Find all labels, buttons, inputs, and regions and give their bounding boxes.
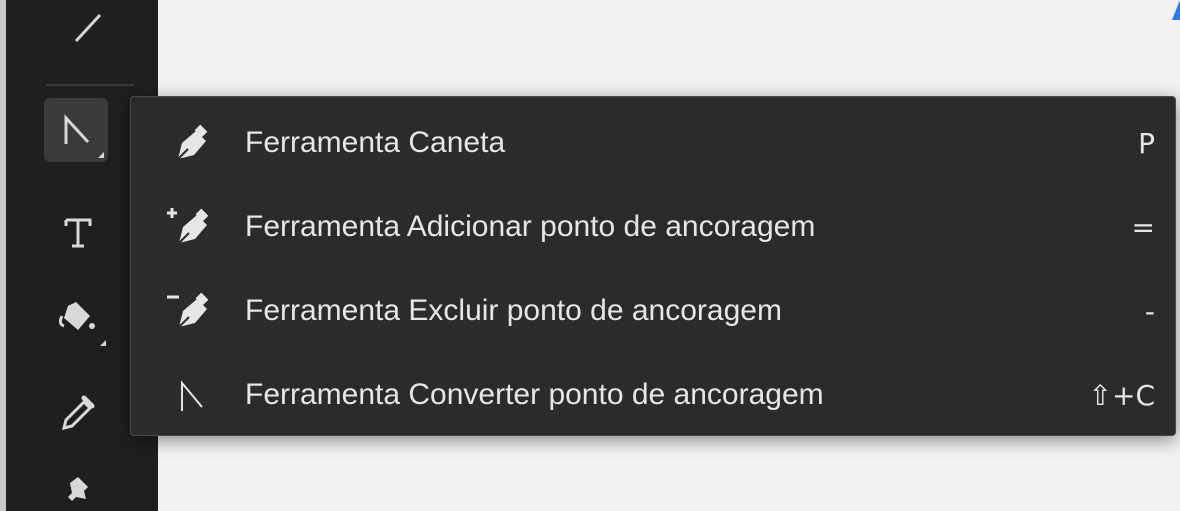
menu-item-shortcut: = (1131, 210, 1155, 244)
selection-handle (1172, 0, 1180, 20)
eyedropper-icon (61, 395, 95, 431)
pin-icon (68, 476, 88, 501)
pen-tool-button[interactable] (44, 98, 108, 162)
line-tool-button[interactable] (54, 2, 118, 52)
convert-anchor-point-icon (155, 370, 225, 420)
pin-tool-button[interactable] (46, 466, 110, 511)
menu-item-shortcut: ⇧+C (1088, 378, 1155, 412)
menu-item-label: Ferramenta Converter ponto de ancoragem (245, 378, 824, 411)
type-tool-button[interactable] (46, 200, 110, 264)
menu-item-add-anchor-point-tool[interactable]: Ferramenta Adicionar ponto de ancoragem … (131, 185, 1175, 269)
menu-item-delete-anchor-point-tool[interactable]: Ferramenta Excluir ponto de ancoragem - (131, 269, 1175, 353)
pen-corner-icon (64, 114, 90, 144)
menu-item-shortcut: P (1138, 126, 1155, 160)
add-anchor-point-icon (155, 202, 225, 252)
flyout-indicator (98, 152, 104, 158)
menu-item-label: Ferramenta Adicionar ponto de ancoragem (245, 210, 816, 243)
toolbar-divider (46, 84, 134, 86)
menu-item-pen-tool[interactable]: Ferramenta Caneta P (131, 101, 1175, 185)
delete-anchor-point-icon (155, 286, 225, 336)
menu-item-convert-anchor-point-tool[interactable]: Ferramenta Converter ponto de ancoragem … (131, 353, 1175, 437)
type-icon (64, 218, 92, 248)
eyedropper-tool-button[interactable] (46, 380, 110, 444)
line-icon (74, 13, 102, 43)
pen-icon (155, 118, 225, 168)
flyout-indicator (100, 340, 106, 346)
paint-bucket-tool-button[interactable] (46, 286, 110, 350)
menu-item-shortcut: - (1144, 294, 1155, 328)
menu-item-label: Ferramenta Excluir ponto de ancoragem (245, 294, 782, 327)
paint-bucket-icon (58, 302, 95, 330)
pen-tools-flyout-menu: Ferramenta Caneta P Ferramenta Adicionar… (130, 96, 1176, 436)
menu-item-label: Ferramenta Caneta (245, 126, 506, 159)
